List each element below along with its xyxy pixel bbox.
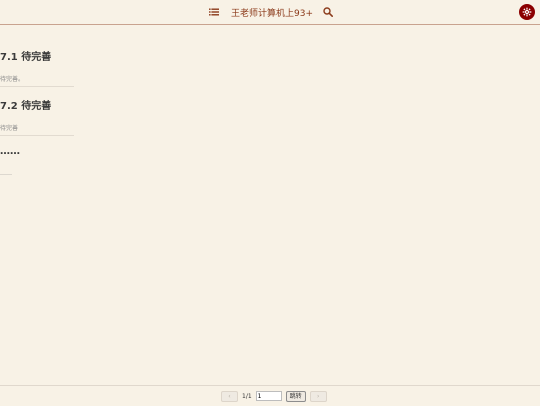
next-page-button[interactable]: › (309, 390, 327, 402)
section-7-1: 7.1 待完善 待完善。 (0, 52, 540, 87)
content: 7.1 待完善 待完善。 7.2 待完善 待完善 …… …… (0, 48, 540, 378)
settings-button[interactable] (519, 4, 535, 20)
section-body: …… (0, 170, 12, 177)
list-icon (209, 8, 219, 16)
toc-button[interactable] (205, 5, 223, 19)
section-body: 待完善 (0, 125, 19, 132)
top-bar: 王老师计算机上93+ (0, 0, 540, 25)
search-icon (323, 7, 333, 17)
search-button[interactable] (321, 5, 335, 19)
section-divider (0, 135, 74, 136)
page-number-input[interactable] (255, 391, 282, 401)
prev-page-button[interactable]: ‹ (221, 390, 238, 402)
section-heading: 7.1 待完善 (0, 52, 52, 63)
top-bar-center: 王老师计算机上93+ (0, 0, 540, 24)
section-heading: 7.2 待完善 (0, 101, 52, 112)
page-indicator: 1/1 (242, 392, 252, 400)
section-more: …… …… (0, 146, 540, 178)
go-button[interactable]: 跳转 (285, 390, 306, 402)
section-divider (0, 86, 74, 87)
pagination: ‹ 1/1 跳转 › (221, 390, 327, 402)
section-heading: …… (0, 146, 20, 157)
section-7-2: 7.2 待完善 待完善 (0, 101, 540, 136)
page-title: 王老师计算机上93+ (231, 8, 313, 19)
section-body: 待完善。 (0, 76, 25, 83)
pagination-bar: ‹ 1/1 跳转 › (0, 385, 540, 406)
gear-icon (522, 7, 532, 17)
